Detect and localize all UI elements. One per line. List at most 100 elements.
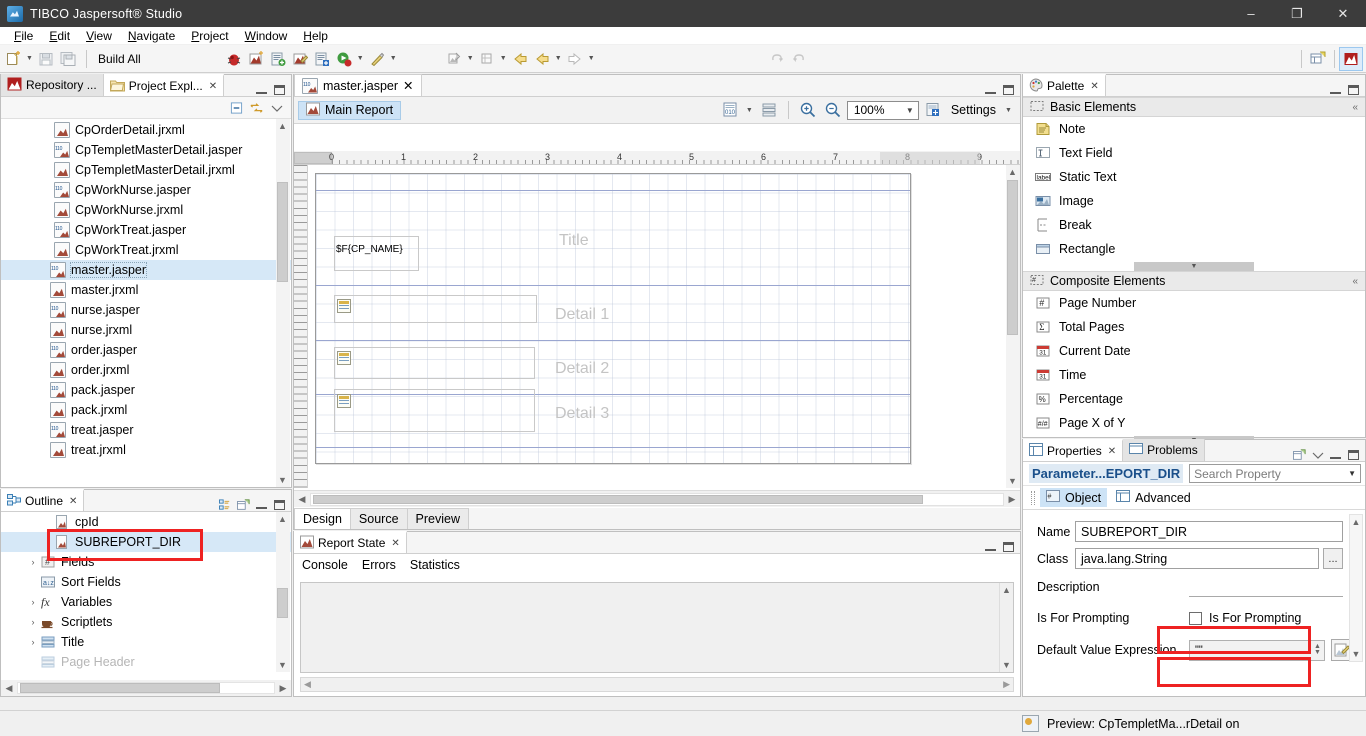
scroll-right-icon[interactable]: ▶ — [1003, 679, 1010, 690]
palette-item-text-field[interactable]: Text Field — [1023, 141, 1365, 165]
outline-horizontal-scrollbar[interactable]: ◀ ▶ — [1, 680, 291, 696]
default-value-spinner[interactable]: ▲ ▼ — [1311, 643, 1324, 656]
palette-item-note[interactable]: Note — [1023, 117, 1365, 141]
tree-item-file[interactable]: order.jrxml — [1, 360, 291, 380]
tree-item-file[interactable]: CpWorkTreat.jasper — [1, 220, 291, 240]
tab-outline[interactable]: Outline ✕ — [1, 489, 85, 511]
outline-item-sort-fields[interactable]: a↓z Sort Fields — [1, 572, 291, 592]
tree-item-file[interactable]: order.jasper — [1, 340, 291, 360]
tab-problems[interactable]: Problems — [1123, 439, 1205, 461]
tree-item-file[interactable]: pack.jrxml — [1, 400, 291, 420]
back-dropdown-icon[interactable]: ▼ — [553, 48, 564, 70]
palette-section-composite-elements[interactable]: # Composite Elements « — [1023, 271, 1365, 291]
tree-item-file[interactable]: nurse.jasper — [1, 300, 291, 320]
palette-item-current-date[interactable]: 31 Current Date — [1023, 339, 1365, 363]
expander-icon[interactable]: › — [26, 617, 40, 627]
outline-vertical-scrollbar[interactable]: ▲ ▼ — [276, 512, 290, 672]
scroll-up-icon[interactable]: ▲ — [1006, 165, 1019, 179]
menu-project[interactable]: Project — [183, 28, 236, 44]
close-icon[interactable]: ✕ — [391, 538, 399, 549]
bands-icon[interactable] — [758, 99, 780, 121]
preview-report-icon[interactable] — [311, 48, 333, 70]
menu-window[interactable]: Window — [237, 28, 296, 44]
run-external-icon[interactable] — [333, 48, 355, 70]
data-adapter-icon[interactable]: 010 — [719, 99, 741, 121]
zoom-out-icon[interactable] — [822, 99, 844, 121]
scroll-right-icon[interactable]: ▶ — [275, 683, 291, 694]
outline-tree[interactable]: cpId SUBREPORT_DIR › # Fields a↓z Sort F… — [1, 512, 291, 672]
tab-report-state[interactable]: Report State ✕ — [294, 531, 407, 553]
scroll-up-icon[interactable]: ▲ — [1000, 583, 1013, 597]
tabs-grip[interactable] — [1031, 490, 1035, 505]
palette-item-image[interactable]: Image — [1023, 189, 1365, 213]
collapse-all-icon[interactable] — [230, 101, 243, 114]
minimize-icon[interactable] — [1329, 83, 1342, 96]
next-annotation-dropdown-icon[interactable]: ▼ — [465, 48, 476, 70]
project-file-tree[interactable]: CpOrderDetail.jrxml CpTempletMasterDetai… — [1, 119, 291, 487]
tree-item-file[interactable]: CpTempletMasterDetail.jasper — [1, 140, 291, 160]
subtab-statistics[interactable]: Statistics — [410, 558, 460, 572]
palette-item-page-x-of-y[interactable]: #/# Page X of Y — [1023, 411, 1365, 435]
close-icon[interactable]: ✕ — [209, 81, 217, 92]
maximize-icon[interactable] — [1347, 83, 1360, 96]
subreport-element-3[interactable] — [334, 389, 535, 432]
scroll-thumb[interactable] — [277, 182, 288, 282]
link-with-editor-icon[interactable] — [250, 101, 263, 114]
external-tools-icon[interactable] — [366, 48, 388, 70]
tab-project-explorer[interactable]: Project Expl... ✕ — [103, 74, 225, 96]
sort-outline-icon[interactable] — [219, 498, 232, 511]
tree-item-file[interactable]: CpWorkTreat.jrxml — [1, 240, 291, 260]
default-value-field[interactable]: "" ▲ ▼ — [1189, 639, 1325, 661]
outline-item-scriptlets[interactable]: › Scriptlets — [1, 612, 291, 632]
outline-item-subreport-dir[interactable]: SUBREPORT_DIR — [1, 532, 291, 552]
scroll-right-icon[interactable]: ▶ — [1004, 494, 1020, 505]
run-external-dropdown-icon[interactable]: ▼ — [355, 48, 366, 70]
chevron-down-icon[interactable]: ▼ — [902, 106, 918, 115]
tree-item-file[interactable]: CpWorkNurse.jrxml — [1, 200, 291, 220]
scroll-thumb[interactable] — [313, 494, 923, 504]
tree-item-file[interactable]: pack.jasper — [1, 380, 291, 400]
close-icon[interactable]: ✕ — [1090, 81, 1098, 92]
settings-button[interactable]: Settings — [947, 103, 1000, 117]
zoom-level-combo[interactable]: 100% ▼ — [846, 100, 919, 120]
scroll-thumb[interactable] — [1007, 180, 1018, 335]
redo-arrow-icon[interactable] — [788, 48, 810, 70]
scroll-up-icon[interactable]: ▲ — [1350, 515, 1362, 529]
palette-item-rectangle[interactable]: Rectangle — [1023, 237, 1365, 261]
close-button[interactable]: ✕ — [1320, 0, 1366, 27]
outline-item-parameter[interactable]: cpId — [1, 512, 291, 532]
scroll-down-icon[interactable]: ▼ — [276, 473, 289, 487]
minimize-icon[interactable] — [984, 83, 997, 96]
expander-icon[interactable]: › — [26, 597, 40, 607]
search-property-input[interactable]: Search Property ▼ — [1189, 464, 1361, 483]
chevron-down-icon[interactable]: ▼ — [1348, 469, 1360, 478]
menu-edit[interactable]: Edit — [41, 28, 78, 44]
tab-design[interactable]: Design — [294, 508, 351, 529]
run-report-icon[interactable] — [245, 48, 267, 70]
name-field[interactable]: SUBREPORT_DIR — [1075, 521, 1343, 542]
tab-preview[interactable]: Preview — [406, 508, 469, 529]
pin-properties-icon[interactable] — [1293, 448, 1306, 461]
close-icon[interactable]: ✕ — [403, 78, 413, 93]
back-history-icon[interactable] — [531, 48, 553, 70]
scroll-down-icon[interactable]: ▼ — [1350, 647, 1362, 661]
tab-object[interactable]: # Object — [1040, 488, 1108, 507]
maximize-icon[interactable] — [1002, 540, 1015, 553]
outline-item-page-header-band[interactable]: Page Header — [1, 652, 291, 672]
project-explorer-vertical-scrollbar[interactable]: ▲ ▼ — [276, 119, 290, 487]
collapse-section-icon[interactable]: « — [1352, 276, 1358, 287]
scroll-left-icon[interactable]: ◀ — [1, 683, 17, 694]
palette-item-break[interactable]: Break — [1023, 213, 1365, 237]
tree-item-file[interactable]: nurse.jrxml — [1, 320, 291, 340]
tree-item-file[interactable]: CpOrderDetail.jrxml — [1, 120, 291, 140]
scroll-down-icon[interactable]: ▼ — [1000, 658, 1013, 672]
class-field[interactable]: java.lang.String — [1075, 548, 1319, 569]
previous-annotation-icon[interactable] — [476, 48, 498, 70]
undo-arrow-icon[interactable] — [766, 48, 788, 70]
close-icon[interactable]: ✕ — [69, 496, 77, 507]
scroll-thumb[interactable] — [277, 588, 288, 618]
menu-help[interactable]: Help — [295, 28, 336, 44]
settings-dropdown-icon[interactable]: ▼ — [1003, 99, 1014, 121]
view-menu-icon[interactable] — [1311, 448, 1324, 461]
forward-dropdown-icon[interactable]: ▼ — [586, 48, 597, 70]
